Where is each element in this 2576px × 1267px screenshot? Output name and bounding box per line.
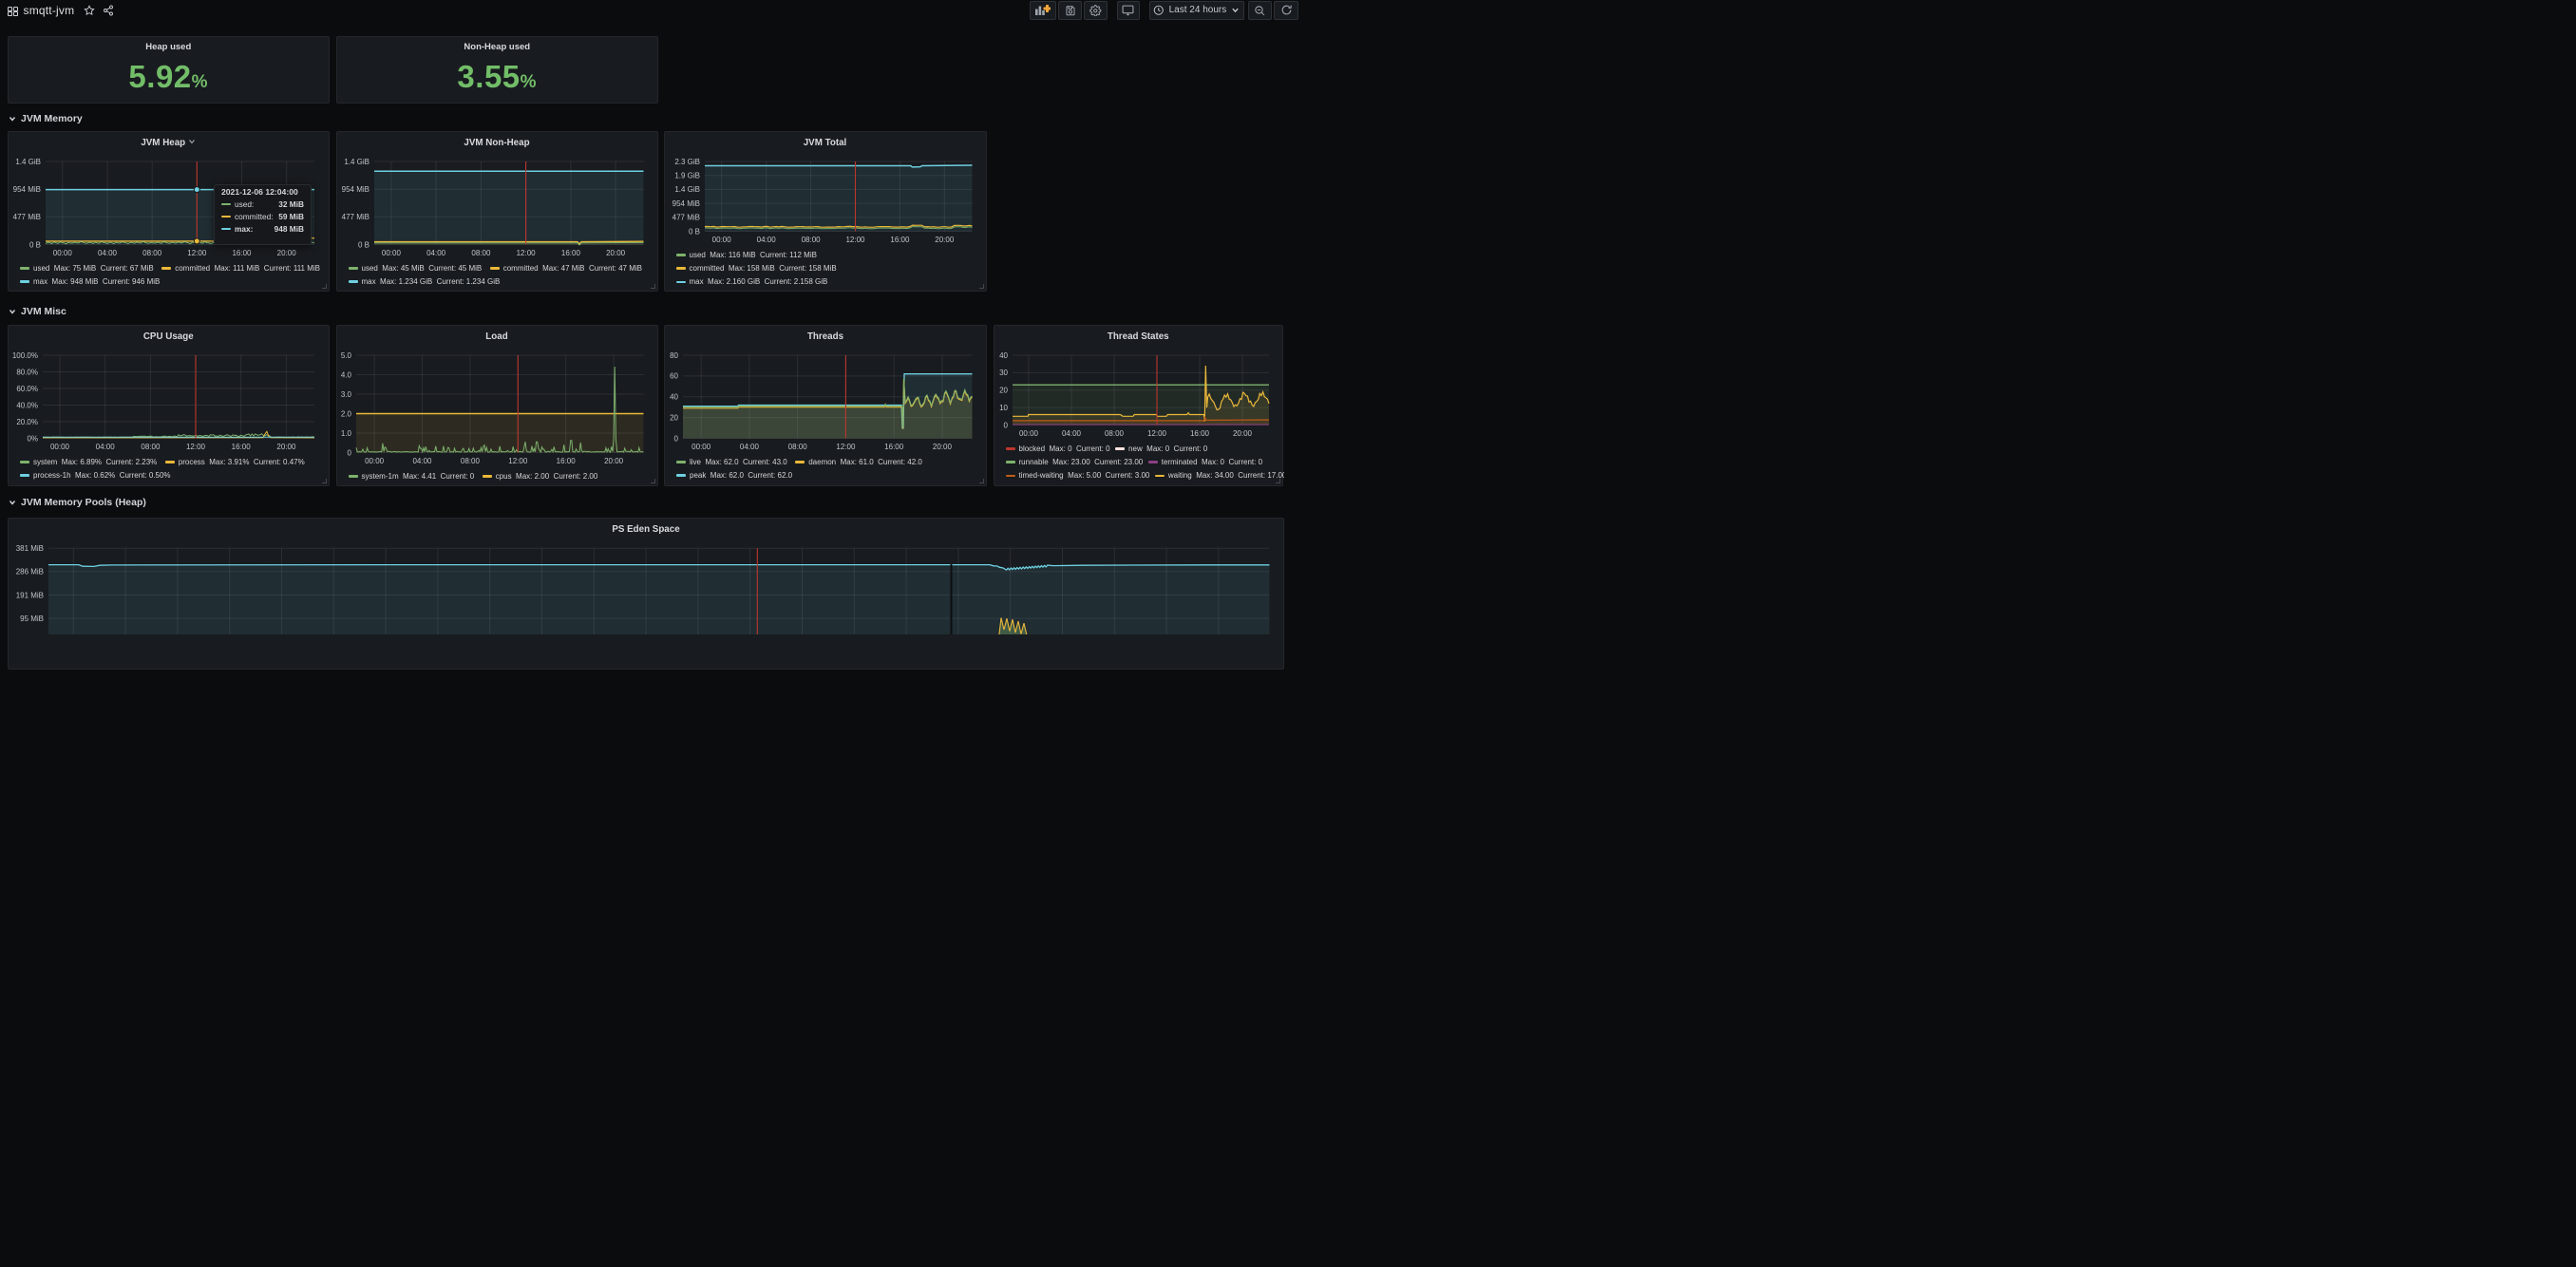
svg-text:95 MiB: 95 MiB bbox=[20, 615, 44, 623]
svg-text:0: 0 bbox=[1003, 421, 1008, 429]
svg-text:00:00: 00:00 bbox=[365, 457, 385, 465]
svg-text:04:00: 04:00 bbox=[1061, 429, 1081, 438]
svg-text:4.0: 4.0 bbox=[340, 370, 351, 379]
svg-text:08:00: 08:00 bbox=[1104, 429, 1124, 438]
svg-text:08:00: 08:00 bbox=[460, 457, 480, 465]
svg-text:3.0: 3.0 bbox=[340, 390, 351, 399]
svg-text:30: 30 bbox=[999, 369, 1008, 377]
svg-text:80.0%: 80.0% bbox=[16, 368, 38, 376]
svg-text:60: 60 bbox=[670, 372, 678, 381]
svg-text:10: 10 bbox=[999, 404, 1008, 412]
svg-text:16:00: 16:00 bbox=[1189, 429, 1209, 438]
svg-text:00:00: 00:00 bbox=[381, 249, 401, 257]
svg-text:12:00: 12:00 bbox=[516, 249, 536, 257]
svg-text:954 MiB: 954 MiB bbox=[13, 185, 41, 194]
svg-text:12:00: 12:00 bbox=[836, 443, 856, 451]
svg-text:191 MiB: 191 MiB bbox=[16, 591, 44, 599]
svg-text:16:00: 16:00 bbox=[890, 236, 910, 244]
svg-text:04:00: 04:00 bbox=[426, 249, 446, 257]
svg-text:16:00: 16:00 bbox=[560, 249, 580, 257]
svg-text:16:00: 16:00 bbox=[884, 443, 904, 451]
svg-text:1.4 GiB: 1.4 GiB bbox=[344, 158, 369, 166]
svg-text:954 MiB: 954 MiB bbox=[672, 199, 699, 208]
svg-text:20: 20 bbox=[999, 387, 1008, 395]
svg-text:20:00: 20:00 bbox=[604, 457, 624, 465]
svg-text:04:00: 04:00 bbox=[412, 457, 432, 465]
svg-text:477 MiB: 477 MiB bbox=[672, 214, 699, 222]
svg-text:0: 0 bbox=[674, 434, 679, 443]
svg-text:20.0%: 20.0% bbox=[16, 418, 38, 426]
svg-text:100.0%: 100.0% bbox=[12, 351, 38, 360]
svg-text:12:00: 12:00 bbox=[186, 443, 206, 451]
svg-text:40: 40 bbox=[999, 351, 1008, 360]
svg-text:16:00: 16:00 bbox=[232, 249, 252, 257]
svg-text:08:00: 08:00 bbox=[471, 249, 491, 257]
svg-text:40: 40 bbox=[670, 393, 678, 402]
svg-text:20:00: 20:00 bbox=[935, 236, 955, 244]
svg-text:04:00: 04:00 bbox=[740, 443, 760, 451]
svg-text:08:00: 08:00 bbox=[788, 443, 808, 451]
svg-text:20: 20 bbox=[670, 413, 678, 422]
svg-text:12:00: 12:00 bbox=[845, 236, 865, 244]
svg-text:0: 0 bbox=[347, 448, 351, 457]
svg-text:0%: 0% bbox=[27, 434, 38, 443]
svg-text:00:00: 00:00 bbox=[1018, 429, 1038, 438]
svg-text:477 MiB: 477 MiB bbox=[341, 213, 369, 221]
svg-text:2.3 GiB: 2.3 GiB bbox=[674, 158, 700, 166]
svg-text:1.4 GiB: 1.4 GiB bbox=[674, 185, 700, 194]
svg-text:1.0: 1.0 bbox=[340, 429, 351, 438]
svg-text:60.0%: 60.0% bbox=[16, 385, 38, 393]
svg-text:40.0%: 40.0% bbox=[16, 401, 38, 409]
svg-text:2.0: 2.0 bbox=[340, 409, 351, 418]
svg-text:20:00: 20:00 bbox=[276, 443, 296, 451]
svg-text:381 MiB: 381 MiB bbox=[16, 544, 44, 553]
svg-text:0 B: 0 B bbox=[357, 240, 369, 249]
svg-text:16:00: 16:00 bbox=[556, 457, 576, 465]
svg-text:477 MiB: 477 MiB bbox=[13, 213, 41, 221]
svg-text:5.0: 5.0 bbox=[340, 351, 351, 360]
svg-text:08:00: 08:00 bbox=[801, 236, 821, 244]
svg-text:08:00: 08:00 bbox=[142, 249, 162, 257]
svg-text:16:00: 16:00 bbox=[232, 443, 252, 451]
svg-text:286 MiB: 286 MiB bbox=[16, 567, 44, 576]
svg-text:12:00: 12:00 bbox=[1146, 429, 1166, 438]
svg-text:00:00: 00:00 bbox=[53, 249, 73, 257]
svg-text:08:00: 08:00 bbox=[141, 443, 161, 451]
svg-text:12:00: 12:00 bbox=[508, 457, 528, 465]
svg-text:0 B: 0 B bbox=[688, 227, 699, 236]
svg-text:20:00: 20:00 bbox=[277, 249, 297, 257]
svg-text:20:00: 20:00 bbox=[933, 443, 953, 451]
svg-text:04:00: 04:00 bbox=[96, 443, 116, 451]
svg-text:12:00: 12:00 bbox=[187, 249, 207, 257]
svg-text:04:00: 04:00 bbox=[756, 236, 776, 244]
svg-text:20:00: 20:00 bbox=[606, 249, 626, 257]
svg-text:1.9 GiB: 1.9 GiB bbox=[674, 172, 700, 180]
svg-text:80: 80 bbox=[670, 351, 678, 360]
svg-text:00:00: 00:00 bbox=[711, 236, 731, 244]
svg-text:20:00: 20:00 bbox=[1232, 429, 1252, 438]
svg-text:00:00: 00:00 bbox=[50, 443, 70, 451]
svg-text:1.4 GiB: 1.4 GiB bbox=[15, 158, 41, 166]
svg-text:04:00: 04:00 bbox=[98, 249, 118, 257]
svg-text:00:00: 00:00 bbox=[691, 443, 711, 451]
svg-text:0 B: 0 B bbox=[29, 240, 41, 249]
svg-text:954 MiB: 954 MiB bbox=[341, 185, 369, 194]
